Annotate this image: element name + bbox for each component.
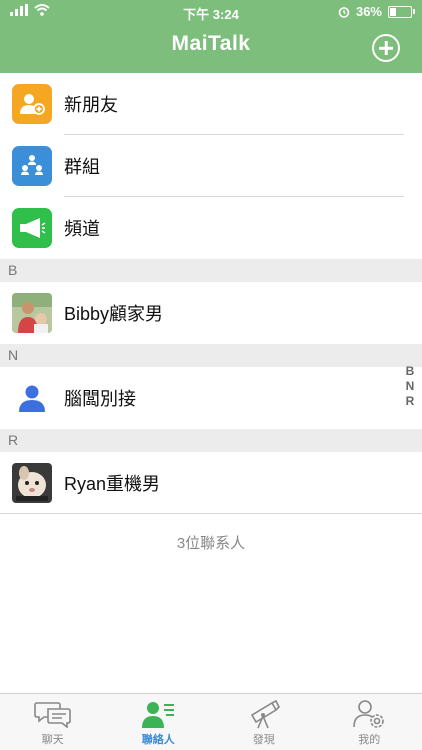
tab-contacts[interactable]: 聯絡人 <box>106 694 212 750</box>
new-friends-item[interactable]: 新朋友 <box>0 73 422 135</box>
contact-row[interactable]: Bibby顧家男 <box>0 282 422 344</box>
group-icon <box>12 146 52 186</box>
groups-label: 群組 <box>64 157 100 177</box>
megaphone-icon <box>12 208 52 248</box>
contact-count: 3位聯系人 <box>176 535 246 552</box>
profile-settings-icon <box>349 699 389 729</box>
avatar-ryan <box>12 463 52 503</box>
status-bar: 下午 3:24 36% <box>0 0 422 22</box>
index-letter-n[interactable]: N <box>406 379 415 394</box>
telescope-icon <box>244 699 284 729</box>
add-icon[interactable] <box>372 34 400 62</box>
new-friends-label: 新朋友 <box>64 95 118 115</box>
section-header-n: N <box>0 344 422 367</box>
chat-icon <box>33 699 73 729</box>
avatar-bibby <box>12 293 52 333</box>
section-header-r: R <box>0 429 422 452</box>
groups-item[interactable]: 群組 <box>0 135 422 197</box>
tab-discover-label: 發現 <box>252 734 275 746</box>
battery-percent: 36% <box>355 4 382 19</box>
alphabet-index[interactable]: B N R <box>403 364 417 409</box>
section-header-b: B <box>0 259 422 282</box>
tab-me-label: 我的 <box>358 734 381 746</box>
alarm-icon <box>338 6 350 18</box>
app-header: MaiTalk <box>0 22 422 73</box>
tab-chat-label: 聊天 <box>41 734 64 746</box>
tab-me[interactable]: 我的 <box>317 694 422 750</box>
avatar-default <box>12 378 52 418</box>
battery-icon <box>388 5 415 18</box>
channels-label: 頻道 <box>64 219 100 239</box>
contact-row[interactable]: 腦闆別接 <box>0 367 422 429</box>
tab-contacts-label: 聯絡人 <box>141 734 175 746</box>
contacts-icon <box>138 699 178 729</box>
tab-discover[interactable]: 發現 <box>211 694 317 750</box>
tab-bar: 聊天 聯絡人 發現 我的 <box>0 693 422 750</box>
contact-list: 新朋友 群組 頻道 B Bibby顧家男 N 腦闆別接 R Ryan重機男 3位… <box>0 73 422 553</box>
contact-name: 腦闆別接 <box>64 389 136 409</box>
index-letter-r[interactable]: R <box>406 394 415 409</box>
status-right: 36% <box>338 4 415 19</box>
index-letter-b[interactable]: B <box>406 364 415 379</box>
contact-row[interactable]: Ryan重機男 <box>0 452 422 514</box>
channels-item[interactable]: 頻道 <box>0 197 422 259</box>
app-title: MaiTalk <box>171 32 251 55</box>
contact-name: Bibby顧家男 <box>64 304 164 324</box>
add-friend-icon <box>12 84 52 124</box>
tab-chat[interactable]: 聊天 <box>0 694 106 750</box>
contact-name: Ryan重機男 <box>64 474 161 494</box>
